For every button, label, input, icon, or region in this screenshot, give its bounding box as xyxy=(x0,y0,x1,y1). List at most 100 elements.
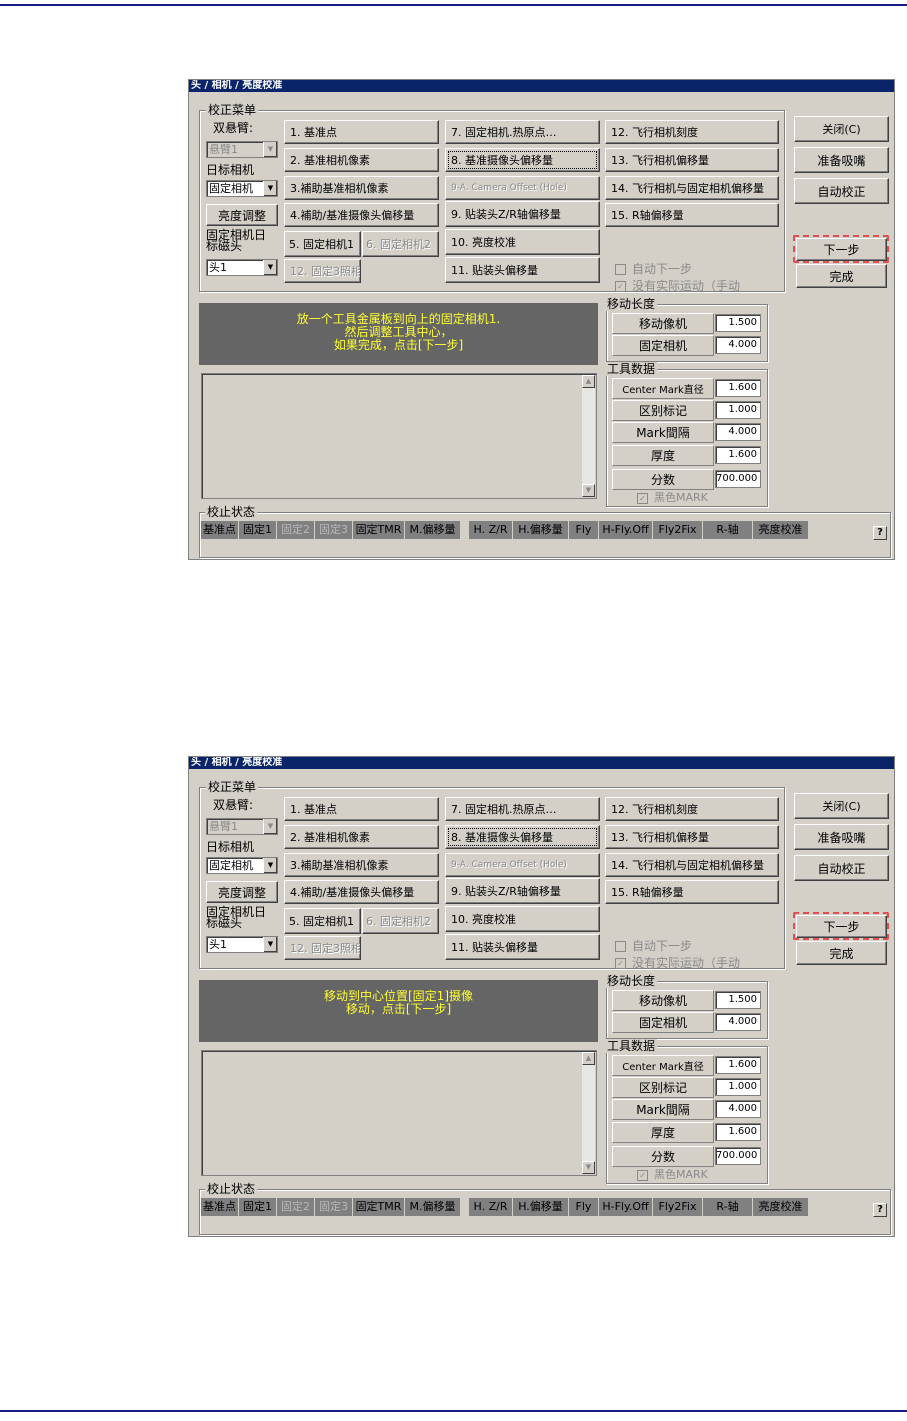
log-textarea[interactable]: ▲ ▼ xyxy=(201,1050,597,1176)
menu-btn-12[interactable]: 12. 飞行相机刻度 xyxy=(605,797,779,821)
menu-btn-8[interactable]: 8. 基准摄像头偏移量 xyxy=(445,148,600,172)
score-label: 分数 xyxy=(612,1146,714,1167)
menu-btn-6: 6. 固定相机2 xyxy=(362,908,439,934)
distinct-mark-label: 区别标记 xyxy=(612,1077,714,1098)
status-cell: 固定TMR xyxy=(353,1198,405,1216)
done-button[interactable]: 完成 xyxy=(796,264,887,288)
menu-btn-4[interactable]: 4.補助/基准摄像头偏移量 xyxy=(284,880,439,904)
status-cell: R-轴 xyxy=(703,1198,753,1216)
menu-btn-10[interactable]: 10. 亮度校准 xyxy=(445,229,600,255)
target-camera-select[interactable]: 固定相机 ▼ xyxy=(206,180,278,197)
chevron-down-icon[interactable]: ▼ xyxy=(263,858,277,873)
no-motion-checkbox: ✓ 没有实际运动（手动 xyxy=(615,957,740,970)
menu-btn-1[interactable]: 1. 基准点 xyxy=(284,120,439,144)
move-camera-input[interactable]: 1.500 xyxy=(715,314,761,332)
auto-calibrate-button[interactable]: 自动校正 xyxy=(794,855,889,881)
fixed-camera-move-input[interactable]: 4.000 xyxy=(715,1013,761,1031)
score-input[interactable]: 700.000 xyxy=(715,470,761,488)
menu-btn-12[interactable]: 12. 飞行相机刻度 xyxy=(605,120,779,144)
menu-btn-3[interactable]: 3.補助基准相机像素 xyxy=(284,853,439,877)
menu-btn-2[interactable]: 2. 基准相机像素 xyxy=(284,825,439,849)
menu-btn-7[interactable]: 7. 固定相机.热原点… xyxy=(445,797,600,821)
prepare-nozzle-button[interactable]: 准备吸嘴 xyxy=(794,147,889,173)
chevron-down-icon[interactable]: ▼ xyxy=(263,260,277,275)
status-cell: H.偏移量 xyxy=(513,521,569,539)
status-cell: 固定1 xyxy=(239,521,277,539)
head-select[interactable]: 头1 ▼ xyxy=(206,936,278,953)
menu-btn-15[interactable]: 15. R轴偏移量 xyxy=(605,203,779,227)
head-select[interactable]: 头1 ▼ xyxy=(206,259,278,276)
center-mark-label: Center Mark直径 xyxy=(612,1055,714,1076)
menu-btn-14[interactable]: 14. 飞行相机与固定相机偏移量 xyxy=(605,853,779,877)
fixed-camera-move-input[interactable]: 4.000 xyxy=(715,336,761,354)
head-select-value: 头1 xyxy=(209,938,227,951)
mark-interval-input[interactable]: 4.000 xyxy=(715,1100,761,1118)
status-title: 校止状态 xyxy=(205,505,258,519)
menu-btn-4[interactable]: 4.補助/基准摄像头偏移量 xyxy=(284,203,439,227)
menu-btn-13[interactable]: 13. 飞行相机偏移量 xyxy=(605,825,779,849)
next-step-button[interactable]: 下一步 xyxy=(796,915,887,938)
target-camera-select-value: 固定相机 xyxy=(209,182,253,195)
menu-btn-14[interactable]: 14. 飞行相机与固定相机偏移量 xyxy=(605,176,779,200)
score-input[interactable]: 700.000 xyxy=(715,1147,761,1165)
close-button[interactable]: 关闭(C) xyxy=(794,116,889,142)
help-button[interactable]: ? xyxy=(873,1203,887,1217)
help-button[interactable]: ? xyxy=(873,526,887,540)
mark-interval-label: Mark間隔 xyxy=(612,1099,714,1120)
menu-btn-1[interactable]: 1. 基准点 xyxy=(284,797,439,821)
fixed-camera-move-label: 固定相机 xyxy=(612,1012,714,1033)
move-camera-input[interactable]: 1.500 xyxy=(715,991,761,1009)
chevron-down-icon[interactable]: ▼ xyxy=(263,181,277,196)
menu-btn-3[interactable]: 3.補助基准相机像素 xyxy=(284,176,439,200)
target-camera-select[interactable]: 固定相机 ▼ xyxy=(206,857,278,874)
instruction-message: 放一个工具金属板到向上的固定相机1. 然后调整工具中心， 如果完成，点击[下一步… xyxy=(199,303,598,365)
distinct-mark-input[interactable]: 1.000 xyxy=(715,1078,761,1096)
center-mark-input[interactable]: 1.600 xyxy=(715,379,761,397)
brightness-adjust-button[interactable]: 亮度调整 xyxy=(206,204,278,226)
menu-btn-7[interactable]: 7. 固定相机.热原点… xyxy=(445,120,600,144)
distinct-mark-input[interactable]: 1.000 xyxy=(715,401,761,419)
thickness-input[interactable]: 1.600 xyxy=(715,1123,761,1141)
center-mark-input[interactable]: 1.600 xyxy=(715,1056,761,1074)
log-scrollbar[interactable]: ▲ ▼ xyxy=(582,1052,595,1174)
instruction-message: 移动到中心位置[固定1]摄像 移动，点击[下一步] xyxy=(199,980,598,1042)
menu-btn-9[interactable]: 9. 贴装头Z/R轴偏移量 xyxy=(445,201,600,227)
no-motion-label: 没有实际运动（手动 xyxy=(632,956,741,970)
top-rule xyxy=(0,4,907,6)
menu-btn-8[interactable]: 8. 基准摄像头偏移量 xyxy=(445,825,600,849)
menu-btn-9[interactable]: 9. 贴装头Z/R轴偏移量 xyxy=(445,878,600,904)
prepare-nozzle-button[interactable]: 准备吸嘴 xyxy=(794,824,889,850)
menu-btn-15[interactable]: 15. R轴偏移量 xyxy=(605,880,779,904)
thickness-input[interactable]: 1.600 xyxy=(715,446,761,464)
scroll-down-icon[interactable]: ▼ xyxy=(582,1161,595,1174)
fixed-camera-head-label: 固定相机日标磁头 xyxy=(206,905,267,930)
message-line-3: 如果完成，点击[下一步] xyxy=(333,338,464,352)
chevron-down-icon[interactable]: ▼ xyxy=(263,937,277,952)
auto-calibrate-button[interactable]: 自动校正 xyxy=(794,178,889,204)
menu-btn-11[interactable]: 11. 贴装头偏移量 xyxy=(445,257,600,283)
log-scrollbar[interactable]: ▲ ▼ xyxy=(582,375,595,497)
window-title: 头 / 相机 / 亮度校准 xyxy=(189,80,894,92)
checkmark-icon: ✓ xyxy=(615,958,626,969)
brightness-adjust-button[interactable]: 亮度调整 xyxy=(206,881,278,903)
menu-btn-11[interactable]: 11. 贴装头偏移量 xyxy=(445,934,600,960)
scroll-up-icon[interactable]: ▲ xyxy=(582,1052,595,1065)
scroll-up-icon[interactable]: ▲ xyxy=(582,375,595,388)
done-button[interactable]: 完成 xyxy=(796,941,887,965)
status-cell: 固定3 xyxy=(315,521,353,539)
mark-interval-input[interactable]: 4.000 xyxy=(715,423,761,441)
next-step-button[interactable]: 下一步 xyxy=(796,238,887,261)
menu-btn-5[interactable]: 5. 固定相机1 xyxy=(284,231,361,257)
log-textarea[interactable]: ▲ ▼ xyxy=(201,373,597,499)
menu-btn-9a: 9-A. Camera Offset (Hole) xyxy=(445,176,600,200)
status-cell: R-轴 xyxy=(703,521,753,539)
menu-btn-5[interactable]: 5. 固定相机1 xyxy=(284,908,361,934)
arm-select-value: 悬臂1 xyxy=(209,143,238,156)
menu-btn-10[interactable]: 10. 亮度校准 xyxy=(445,906,600,932)
scroll-down-icon[interactable]: ▼ xyxy=(582,484,595,497)
close-button[interactable]: 关闭(C) xyxy=(794,793,889,819)
menu-btn-2[interactable]: 2. 基准相机像素 xyxy=(284,148,439,172)
menu-btn-13[interactable]: 13. 飞行相机偏移量 xyxy=(605,148,779,172)
status-cell: M.偏移量 xyxy=(405,521,461,539)
black-mark-checkbox: ✓ 黑色MARK xyxy=(637,1168,708,1181)
